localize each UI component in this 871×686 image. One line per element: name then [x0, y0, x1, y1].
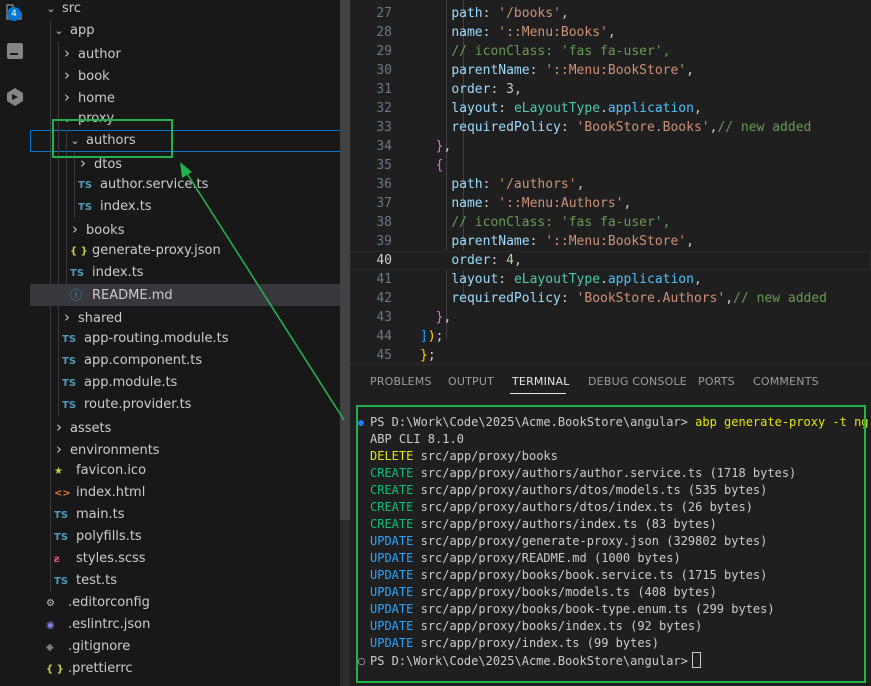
- annotation-arrow: [180, 162, 345, 421]
